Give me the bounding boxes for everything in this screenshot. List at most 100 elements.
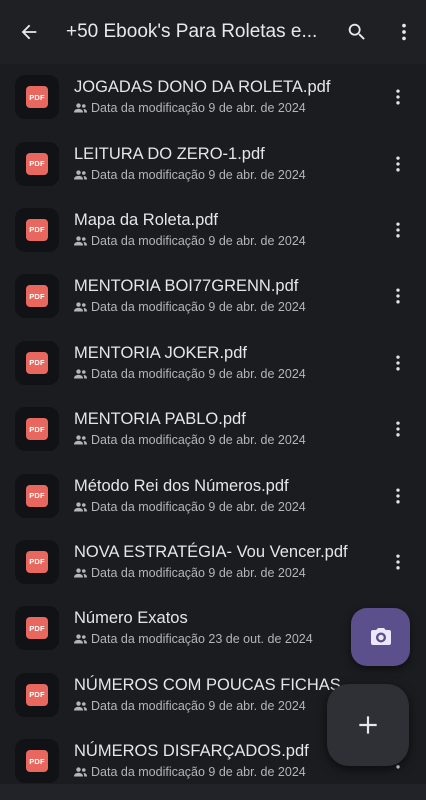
pdf-icon: PDF [26, 152, 48, 175]
file-name: MENTORIA PABLO.pdf [74, 410, 246, 429]
file-row[interactable]: PDF Método Rei dos Números.pdf Data da m… [0, 462, 426, 528]
pdf-icon: PDF [26, 683, 48, 706]
shared-people-icon [74, 103, 87, 113]
shared-people-icon [74, 568, 87, 578]
shared-people-icon [74, 634, 87, 644]
pdf-icon: PDF [26, 218, 48, 241]
pdf-icon: PDF [26, 550, 48, 573]
file-row[interactable]: PDF LEITURA DO ZERO-1.pdf Data da modifi… [0, 130, 426, 196]
file-thumbnail: PDF [15, 274, 59, 319]
more-vert-icon [396, 89, 400, 105]
file-name: MENTORIA JOKER.pdf [74, 343, 247, 362]
file-text: MENTORIA BOI77GRENN.pdf Data da modifica… [74, 276, 366, 315]
more-vert-icon [396, 488, 400, 504]
file-meta: Data da modificação 9 de abr. de 2024 [74, 167, 366, 183]
plus-icon [359, 716, 377, 734]
file-meta: Data da modificação 9 de abr. de 2024 [74, 698, 366, 714]
modified-date-text: Data da modificação 9 de abr. de 2024 [91, 433, 306, 448]
file-more-button[interactable] [384, 548, 412, 576]
file-more-button[interactable] [384, 150, 412, 178]
shared-people-icon [74, 501, 87, 512]
file-name: Método Rei dos Números.pdf [74, 476, 289, 495]
more-vert-icon [402, 23, 406, 41]
more-vert-icon [396, 222, 400, 238]
pdf-icon: PDF [26, 285, 48, 308]
search-icon [348, 23, 365, 40]
file-name: NOVA ESTRATÉGIA- Vou Vencer.pdf [74, 542, 348, 561]
file-meta: Data da modificação 9 de abr. de 2024 [74, 499, 366, 515]
file-name: NÚMEROS COM POUCAS FICHAS [74, 675, 341, 694]
file-more-button[interactable] [384, 482, 412, 510]
file-text: Número Exatos Data da modificação 23 de … [74, 608, 366, 647]
file-meta: Data da modificação 9 de abr. de 2024 [74, 432, 366, 448]
more-vert-icon [396, 355, 400, 371]
modified-date-text: Data da modificação 9 de abr. de 2024 [91, 300, 306, 315]
file-thumbnail: PDF [15, 473, 59, 518]
scan-camera-button[interactable] [351, 608, 410, 666]
back-button[interactable] [0, 0, 58, 64]
file-text: JOGADAS DONO DA ROLETA.pdf Data da modif… [74, 77, 366, 116]
file-meta: Data da modificação 9 de abr. de 2024 [74, 764, 366, 780]
file-row[interactable]: PDF MENTORIA BOI77GRENN.pdf Data da modi… [0, 263, 426, 329]
file-text: Mapa da Roleta.pdf Data da modificação 9… [74, 210, 366, 249]
shared-people-icon [74, 302, 87, 312]
file-meta: Data da modificação 23 de out. de 2024 [74, 631, 366, 647]
modified-date-text: Data da modificação 9 de abr. de 2024 [91, 698, 306, 713]
file-row[interactable]: PDF Mapa da Roleta.pdf Data da modificaç… [0, 197, 426, 263]
file-thumbnail: PDF [15, 739, 59, 784]
pdf-icon: PDF [26, 617, 48, 640]
file-name: JOGADAS DONO DA ROLETA.pdf [74, 78, 331, 97]
shared-people-icon [74, 236, 87, 246]
file-text: NÚMEROS COM POUCAS FICHAS Data da modifi… [74, 675, 366, 714]
modified-date-text: Data da modificação 23 de out. de 2024 [91, 632, 313, 647]
shared-people-icon [74, 435, 87, 445]
file-thumbnail: PDF [15, 407, 59, 452]
file-more-button[interactable] [384, 415, 412, 443]
shared-people-icon [74, 767, 87, 777]
file-name: MENTORIA BOI77GRENN.pdf [74, 277, 299, 296]
file-name: LEITURA DO ZERO-1.pdf [74, 144, 265, 163]
pdf-icon: PDF [26, 351, 48, 374]
file-text: NÚMEROS DISFARÇADOS.pdf Data da modifica… [74, 741, 366, 780]
new-item-button[interactable] [327, 684, 409, 766]
file-thumbnail: PDF [15, 539, 59, 584]
bottom-navigation-edge [0, 784, 426, 800]
file-name: NÚMEROS DISFARÇADOS.pdf [74, 742, 309, 761]
file-more-button[interactable] [384, 282, 412, 310]
folder-title: +50 Ebook's Para Roletas e... [66, 21, 318, 42]
file-meta: Data da modificação 9 de abr. de 2024 [74, 233, 366, 249]
pdf-icon: PDF [26, 86, 48, 109]
shared-people-icon [74, 169, 87, 180]
file-meta: Data da modificação 9 de abr. de 2024 [74, 299, 366, 315]
file-row[interactable]: PDF JOGADAS DONO DA ROLETA.pdf Data da m… [0, 64, 426, 130]
shared-people-icon [74, 701, 87, 711]
more-options-button[interactable] [382, 0, 426, 64]
search-button[interactable] [332, 0, 382, 64]
file-meta: Data da modificação 9 de abr. de 2024 [74, 366, 366, 382]
file-text: NOVA ESTRATÉGIA- Vou Vencer.pdf Data da … [74, 542, 366, 581]
file-thumbnail: PDF [15, 141, 59, 186]
pdf-icon: PDF [26, 484, 48, 507]
file-row[interactable]: PDF MENTORIA JOKER.pdf Data da modificaç… [0, 330, 426, 396]
file-name: Número Exatos [74, 609, 188, 628]
camera-icon [370, 628, 391, 645]
file-more-button[interactable] [384, 349, 412, 377]
file-name: Mapa da Roleta.pdf [74, 210, 219, 229]
file-more-button[interactable] [384, 83, 412, 111]
file-row[interactable]: PDF NOVA ESTRATÉGIA- Vou Vencer.pdf Data… [0, 529, 426, 595]
modified-date-text: Data da modificação 9 de abr. de 2024 [91, 167, 306, 182]
modified-date-text: Data da modificação 9 de abr. de 2024 [91, 765, 306, 780]
shared-people-icon [74, 369, 87, 379]
top-app-bar: +50 Ebook's Para Roletas e... [0, 0, 426, 64]
modified-date-text: Data da modificação 9 de abr. de 2024 [91, 565, 306, 580]
file-thumbnail: PDF [15, 340, 59, 385]
file-text: MENTORIA JOKER.pdf Data da modificação 9… [74, 343, 366, 382]
file-meta: Data da modificação 9 de abr. de 2024 [74, 100, 366, 116]
file-more-button[interactable] [384, 216, 412, 244]
modified-date-text: Data da modificação 9 de abr. de 2024 [91, 101, 306, 116]
file-thumbnail: PDF [15, 75, 59, 120]
file-thumbnail: PDF [15, 207, 59, 252]
more-vert-icon [396, 156, 400, 172]
file-row[interactable]: PDF MENTORIA PABLO.pdf Data da modificaç… [0, 396, 426, 462]
file-thumbnail: PDF [15, 606, 59, 651]
